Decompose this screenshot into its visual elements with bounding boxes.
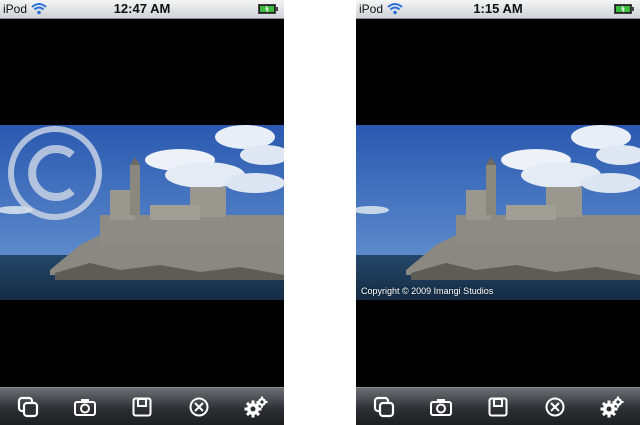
duplicate-button[interactable] xyxy=(11,392,45,422)
duplicate-button[interactable] xyxy=(367,392,401,422)
duplicate-icon xyxy=(18,396,39,418)
delete-button[interactable] xyxy=(182,392,216,422)
status-time: 12:47 AM xyxy=(113,1,171,16)
save-icon xyxy=(488,397,508,417)
status-bar: iPod 1:15 AM xyxy=(356,0,640,19)
status-time: 1:15 AM xyxy=(473,1,523,16)
phone-screen-left: iPod 12:47 AM xyxy=(0,0,284,425)
settings-button[interactable] xyxy=(239,392,273,422)
duplicate-icon xyxy=(374,396,395,418)
gear-icon xyxy=(600,396,624,418)
castle-photo xyxy=(0,125,284,300)
close-circle-icon xyxy=(545,397,565,417)
camera-icon xyxy=(74,399,97,416)
bottom-toolbar xyxy=(356,387,640,425)
castle-photo: Copyright © 2009 Imangi Studios xyxy=(356,125,640,300)
status-bar: iPod 12:47 AM xyxy=(0,0,284,19)
camera-button[interactable] xyxy=(424,392,458,422)
gear-icon xyxy=(244,396,268,418)
delete-button[interactable] xyxy=(538,392,572,422)
copyright-caption: Copyright © 2009 Imangi Studios xyxy=(361,286,494,296)
battery-icon xyxy=(614,4,634,14)
save-button[interactable] xyxy=(481,392,515,422)
camera-icon xyxy=(430,399,453,416)
save-button[interactable] xyxy=(125,392,159,422)
close-circle-icon xyxy=(189,397,209,417)
phone-screen-right: iPod 1:15 AM Copyright © 2009 Imangi Stu… xyxy=(356,0,640,425)
battery-icon xyxy=(258,4,278,14)
settings-button[interactable] xyxy=(595,392,629,422)
bottom-toolbar xyxy=(0,387,284,425)
camera-button[interactable] xyxy=(68,392,102,422)
save-icon xyxy=(132,397,152,417)
copyright-watermark-icon xyxy=(9,127,101,219)
